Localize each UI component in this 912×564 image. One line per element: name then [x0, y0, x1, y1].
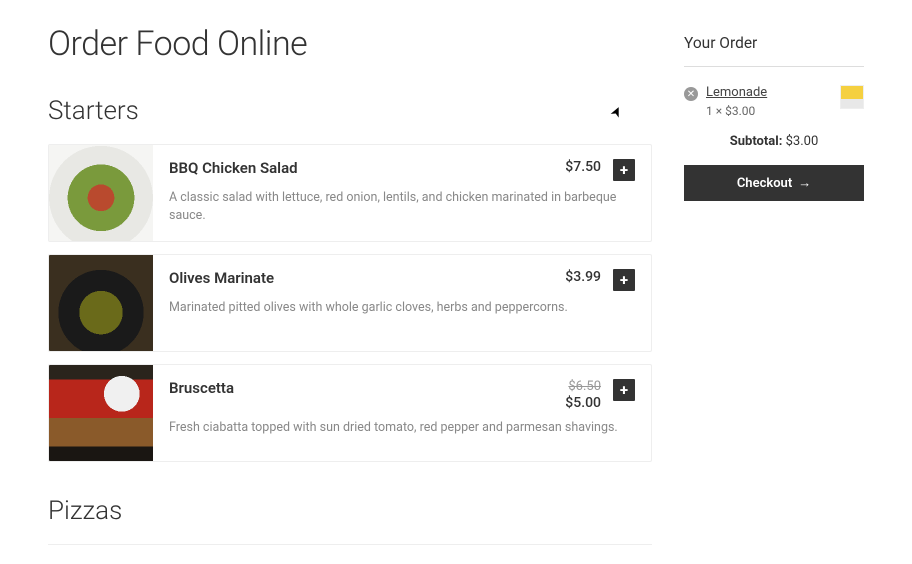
cart-panel: Your Order ✕ Lemonade 1 × $3.00 Subtotal…	[684, 24, 864, 564]
cart-item-qty: 1 × $3.00	[706, 104, 832, 118]
menu-item-desc: Fresh ciabatta topped with sun dried tom…	[169, 419, 635, 437]
checkout-label: Checkout	[737, 176, 792, 191]
menu-item: Olives Marinate $3.99 + Marinated pitted ol…	[48, 254, 652, 352]
menu-item-current-price: $3.99	[565, 269, 601, 286]
menu-item-price: $3.99	[565, 269, 601, 286]
menu-item-old-price: $6.50	[565, 379, 601, 395]
subtotal-value: $3.00	[786, 134, 819, 149]
checkout-button[interactable]: Checkout →	[684, 165, 864, 201]
section-pizzas-title: Pizzas	[48, 496, 652, 526]
cart-title: Your Order	[684, 34, 864, 52]
menu-item-current-price: $5.00	[565, 395, 601, 412]
cart-line-item: ✕ Lemonade 1 × $3.00	[684, 85, 864, 118]
divider	[684, 66, 864, 67]
menu-item-name: Olives Marinate	[169, 269, 553, 287]
menu-item-current-price: $7.50	[565, 159, 601, 176]
menu-item: Bruscetta $6.50$5.00 + Fresh ciabatta toppe…	[48, 364, 652, 462]
menu-item-thumb	[49, 145, 153, 241]
add-to-cart-button[interactable]: +	[613, 159, 635, 181]
menu-item-thumb	[49, 365, 153, 461]
menu-item-thumb	[49, 255, 153, 351]
menu-item-name: Bruscetta	[169, 379, 553, 397]
subtotal-label: Subtotal:	[730, 134, 783, 149]
menu-item: BBQ Chicken Salad $7.50 + A classic salad w…	[48, 144, 652, 242]
arrow-right-icon: →	[798, 175, 811, 191]
cart-item-thumb	[840, 85, 864, 109]
menu-item-price: $7.50	[565, 159, 601, 176]
add-to-cart-button[interactable]: +	[613, 269, 635, 291]
section-starters-title: Starters	[48, 96, 652, 126]
menu-item-name: BBQ Chicken Salad	[169, 159, 553, 177]
page-title: Order Food Online	[48, 24, 652, 64]
cart-item-name[interactable]: Lemonade	[706, 85, 832, 100]
menu-item-desc: Marinated pitted olives with whole garli…	[169, 299, 635, 317]
menu-item-price: $6.50$5.00	[565, 379, 601, 411]
remove-icon[interactable]: ✕	[684, 87, 698, 101]
add-to-cart-button[interactable]: +	[613, 379, 635, 401]
menu-item-desc: A classic salad with lettuce, red onion,…	[169, 189, 635, 224]
cart-subtotal: Subtotal: $3.00	[684, 134, 864, 149]
